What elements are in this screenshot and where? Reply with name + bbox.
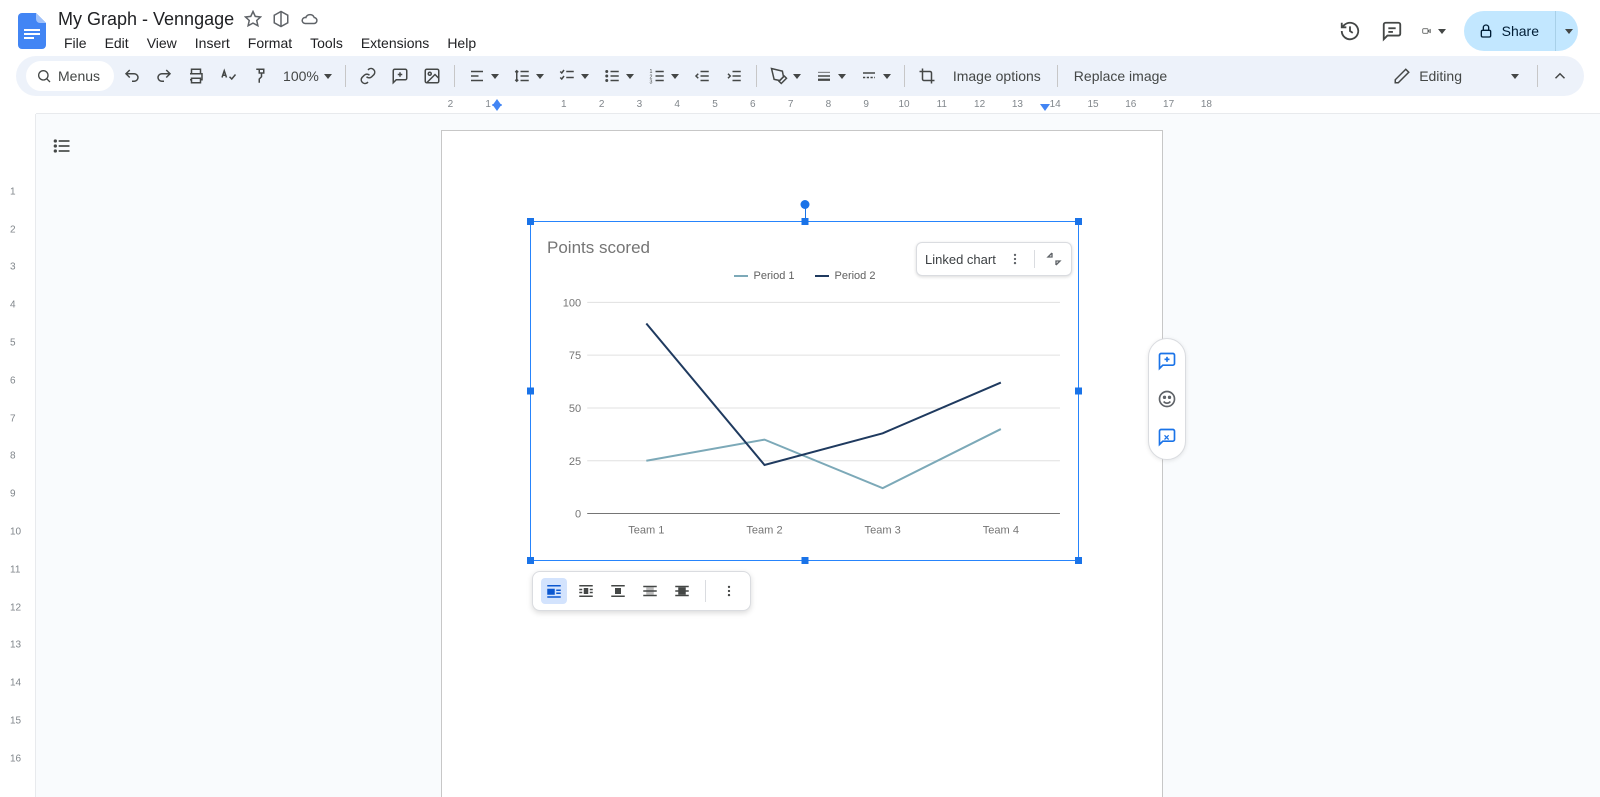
resize-handle-mr[interactable] — [1075, 388, 1082, 395]
bulleted-list-button[interactable] — [598, 62, 639, 90]
header-actions: Share — [1338, 11, 1588, 51]
app-header: My Graph - Venngage File Edit View Inser… — [0, 0, 1600, 56]
search-menus[interactable]: Menus — [26, 61, 114, 91]
linked-chart-chip: Linked chart — [916, 242, 1072, 276]
resize-handle-tl[interactable] — [527, 218, 534, 225]
legend-series-1: Period 1 — [754, 270, 795, 282]
comments-icon[interactable] — [1380, 19, 1404, 43]
numbered-list-button[interactable]: 123 — [643, 62, 684, 90]
document-canvas[interactable]: Points scored Period 1 Period 2 0 25 50 75 1… — [36, 114, 1600, 797]
horizontal-ruler[interactable]: 21123456789101112131415161718 — [36, 96, 1600, 114]
legend-series-2: Period 2 — [835, 270, 876, 282]
resize-handle-br[interactable] — [1075, 557, 1082, 564]
crop-button[interactable] — [913, 62, 941, 90]
star-icon[interactable] — [244, 10, 262, 28]
collapse-toolbar-button[interactable] — [1546, 62, 1574, 90]
menu-insert[interactable]: Insert — [187, 32, 238, 54]
wrap-text-button[interactable] — [573, 578, 599, 604]
vertical-ruler[interactable]: 12345678910111213141516 — [0, 114, 36, 797]
svg-text:Team 3: Team 3 — [865, 525, 901, 537]
title-area: My Graph - Venngage File Edit View Inser… — [56, 9, 1338, 54]
in-front-text-button[interactable] — [669, 578, 695, 604]
cloud-status-icon[interactable] — [300, 10, 318, 28]
indent-decrease-button[interactable] — [688, 62, 716, 90]
paint-format-button[interactable] — [246, 62, 274, 90]
menu-extensions[interactable]: Extensions — [353, 32, 437, 54]
history-icon[interactable] — [1338, 19, 1362, 43]
menu-format[interactable]: Format — [240, 32, 300, 54]
search-menus-label: Menus — [58, 68, 100, 84]
menu-view[interactable]: View — [139, 32, 185, 54]
svg-text:75: 75 — [569, 350, 581, 362]
inline-wrap-button[interactable] — [541, 578, 567, 604]
undo-button[interactable] — [118, 62, 146, 90]
svg-text:Team 4: Team 4 — [983, 525, 1019, 537]
checklist-button[interactable] — [553, 62, 594, 90]
left-margin-marker-icon[interactable] — [492, 104, 502, 112]
share-label: Share — [1502, 23, 1539, 39]
print-button[interactable] — [182, 62, 210, 90]
document-title[interactable]: My Graph - Venngage — [58, 9, 234, 30]
move-icon[interactable] — [272, 10, 290, 28]
image-options-button[interactable]: Image options — [945, 68, 1049, 84]
indent-increase-button[interactable] — [720, 62, 748, 90]
chart-title: Points scored — [547, 238, 650, 258]
right-margin-marker-icon[interactable] — [1040, 104, 1050, 112]
resize-handle-bm[interactable] — [801, 557, 808, 564]
zoom-select[interactable]: 100% — [278, 62, 337, 90]
layout-more-options-icon[interactable] — [716, 578, 742, 604]
border-color-button[interactable] — [765, 62, 806, 90]
chart-plot-area: 0 25 50 75 100 Team 1 Team 2 Team 3 Team 4 — [547, 292, 1070, 544]
suggest-edits-icon[interactable] — [1153, 423, 1181, 451]
svg-text:25: 25 — [569, 456, 581, 468]
comment-rail — [1148, 338, 1186, 460]
toolbar: Menus 100% 123 Image options Replace ima… — [16, 56, 1584, 96]
menu-edit[interactable]: Edit — [97, 32, 137, 54]
image-layout-toolbar — [532, 571, 751, 611]
line-spacing-button[interactable] — [508, 62, 549, 90]
add-comment-button[interactable] — [386, 62, 414, 90]
svg-text:Team 2: Team 2 — [746, 525, 782, 537]
share-dropdown[interactable] — [1556, 11, 1578, 51]
svg-text:50: 50 — [569, 403, 581, 415]
menu-help[interactable]: Help — [439, 32, 484, 54]
svg-text:Team 1: Team 1 — [628, 525, 664, 537]
outline-toggle-button[interactable] — [46, 130, 78, 162]
emoji-reaction-icon[interactable] — [1153, 385, 1181, 413]
unlink-icon[interactable] — [1045, 250, 1063, 268]
menu-file[interactable]: File — [56, 32, 95, 54]
menu-bar: File Edit View Insert Format Tools Exten… — [56, 30, 1338, 54]
spellcheck-button[interactable] — [214, 62, 242, 90]
add-comment-rail-icon[interactable] — [1153, 347, 1181, 375]
border-dash-button[interactable] — [855, 62, 896, 90]
resize-handle-tm[interactable] — [801, 218, 808, 225]
insert-image-button[interactable] — [418, 62, 446, 90]
redo-button[interactable] — [150, 62, 178, 90]
docs-logo[interactable] — [12, 11, 52, 51]
resize-handle-ml[interactable] — [527, 388, 534, 395]
border-weight-button[interactable] — [810, 62, 851, 90]
break-text-button[interactable] — [605, 578, 631, 604]
behind-text-button[interactable] — [637, 578, 663, 604]
linked-chart-options-icon[interactable] — [1006, 250, 1024, 268]
linked-chart-label[interactable]: Linked chart — [925, 252, 996, 267]
align-button[interactable] — [463, 62, 504, 90]
svg-text:0: 0 — [575, 509, 581, 521]
resize-handle-bl[interactable] — [527, 557, 534, 564]
share-button[interactable]: Share — [1464, 11, 1556, 51]
svg-text:3: 3 — [649, 80, 652, 86]
svg-text:100: 100 — [563, 297, 581, 309]
menu-tools[interactable]: Tools — [302, 32, 351, 54]
meet-button[interactable] — [1422, 19, 1446, 43]
editing-mode-button[interactable]: Editing — [1383, 67, 1529, 85]
resize-handle-tr[interactable] — [1075, 218, 1082, 225]
replace-image-button[interactable]: Replace image — [1066, 68, 1175, 84]
insert-link-button[interactable] — [354, 62, 382, 90]
